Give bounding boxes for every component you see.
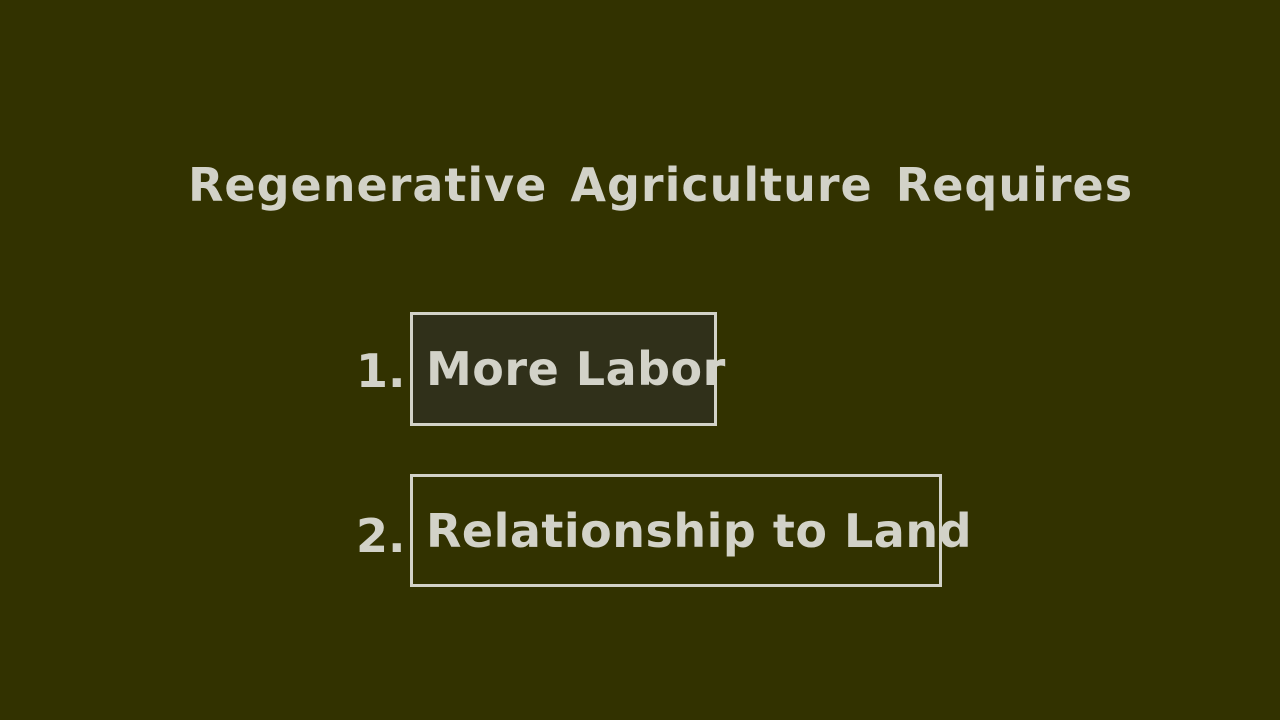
- list-item-box-more-labor: More Labor: [410, 312, 725, 426]
- list-item-label-2: Relationship to Land: [426, 503, 973, 558]
- list-number-2: 2.: [356, 509, 406, 563]
- slide-title: Regenerative Agriculture Requires: [188, 158, 1134, 212]
- list-item-label-1: More Labor: [426, 342, 726, 396]
- list-number-1: 1.: [356, 344, 406, 398]
- list-item-box-relationship-to-land: Relationship to Land: [410, 474, 972, 587]
